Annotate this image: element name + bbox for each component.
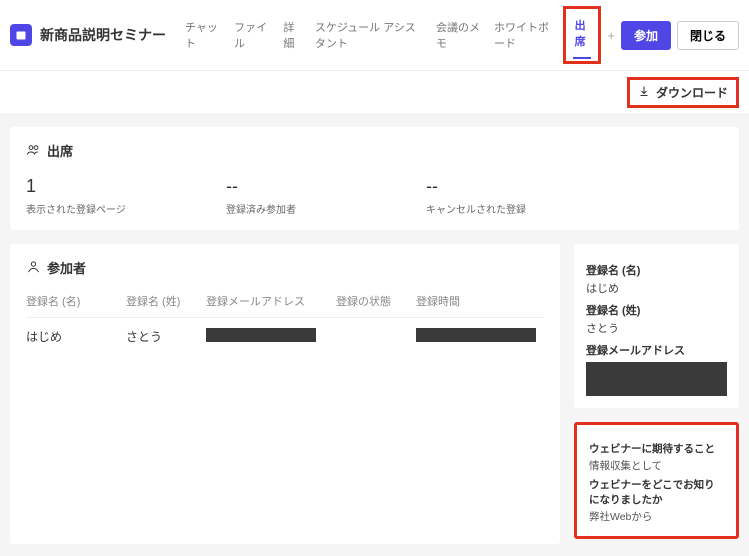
stat-label: 登録済み参加者 [226,201,366,216]
redacted-text [416,328,536,342]
cell-time [416,328,544,345]
table-row[interactable]: はじめ さとう [26,318,544,355]
redacted-text [206,328,316,342]
add-tab-button[interactable]: + [601,24,621,47]
participants-card: 参加者 登録名 (名) 登録名 (姓) 登録メールアドレス 登録の状態 登録時間… [10,244,560,544]
tab-files[interactable]: ファイル [227,13,276,57]
header-actions: 参加 閉じる [621,21,739,50]
detail-value-first: はじめ [586,280,727,296]
col-email[interactable]: 登録メールアドレス [206,293,336,309]
cell-first-name: はじめ [26,328,126,345]
lower-row: 参加者 登録名 (名) 登録名 (姓) 登録メールアドレス 登録の状態 登録時間… [10,244,739,544]
person-icon [26,259,41,277]
tab-list: チャット ファイル 詳細 スケジュール アシスタント 会議のメモ ホワイトボード… [178,6,621,64]
attendance-title: 出席 [47,141,73,160]
calendar-icon [10,24,32,46]
col-status[interactable]: 登録の状態 [336,293,416,309]
qa-question: ウェビナーをどこでお知りになりましたか [589,477,724,507]
detail-label-email: 登録メールアドレス [586,342,727,358]
content-area: 出席 1 表示された登録ページ -- 登録済み参加者 -- キャンセルされた登録 [0,115,749,556]
tab-meeting-notes[interactable]: 会議のメモ [429,13,487,57]
detail-label-first: 登録名 (名) [586,262,727,278]
col-first-name[interactable]: 登録名 (名) [26,293,126,309]
join-button[interactable]: 参加 [621,21,671,50]
qa-answer: 情報収集として [589,458,724,473]
attendance-heading: 出席 [26,141,723,160]
stat-value: 1 [26,176,166,197]
people-icon [26,142,41,160]
stat-registered-participants: -- 登録済み参加者 [226,176,366,216]
close-button[interactable]: 閉じる [677,21,739,50]
detail-label-last: 登録名 (姓) [586,302,727,318]
participants-title: 参加者 [47,258,86,277]
tab-details[interactable]: 詳細 [276,13,308,57]
col-last-name[interactable]: 登録名 (姓) [126,293,206,309]
tab-whiteboard[interactable]: ホワイトボード [487,13,563,57]
download-label: ダウンロード [656,84,728,101]
detail-value-last: さとう [586,320,727,336]
stat-value: -- [226,176,366,197]
table-header: 登録名 (名) 登録名 (姓) 登録メールアドレス 登録の状態 登録時間 [26,293,544,318]
detail-sidebar: 登録名 (名) はじめ 登録名 (姓) さとう 登録メールアドレス ウェビナーに… [574,244,739,544]
highlight-download: ダウンロード [627,77,739,108]
tab-scheduling-assistant[interactable]: スケジュール アシスタント [308,13,429,57]
toolbar: ダウンロード [0,71,749,115]
registrant-detail-card: 登録名 (名) はじめ 登録名 (姓) さとう 登録メールアドレス [574,244,739,408]
questionnaire-card: ウェビナーに期待すること 情報収集として ウェビナーをどこでお知りになりましたか… [574,422,739,539]
stat-value: -- [426,176,566,197]
attendance-card: 出席 1 表示された登録ページ -- 登録済み参加者 -- キャンセルされた登録 [10,127,739,230]
attendance-stats: 1 表示された登録ページ -- 登録済み参加者 -- キャンセルされた登録 [26,176,723,216]
cell-last-name: さとう [126,328,206,345]
qa-question: ウェビナーに期待すること [589,441,724,456]
stat-cancelled: -- キャンセルされた登録 [426,176,566,216]
page-title: 新商品説明セミナー [40,25,166,45]
stat-label: キャンセルされた登録 [426,201,566,216]
redacted-text [586,362,727,396]
tab-chat[interactable]: チャット [178,13,227,57]
participants-heading: 参加者 [26,258,544,277]
app-header: 新商品説明セミナー チャット ファイル 詳細 スケジュール アシスタント 会議の… [0,0,749,71]
cell-email [206,328,336,345]
highlight-active-tab: 出席 [563,6,602,64]
download-button[interactable]: ダウンロード [630,80,736,105]
stat-label: 表示された登録ページ [26,201,166,216]
col-time[interactable]: 登録時間 [416,293,544,309]
stat-registered-pages: 1 表示された登録ページ [26,176,166,216]
tab-attendance[interactable]: 出席 [568,11,597,55]
qa-answer: 弊社Webから [589,509,724,524]
download-icon [638,85,650,100]
